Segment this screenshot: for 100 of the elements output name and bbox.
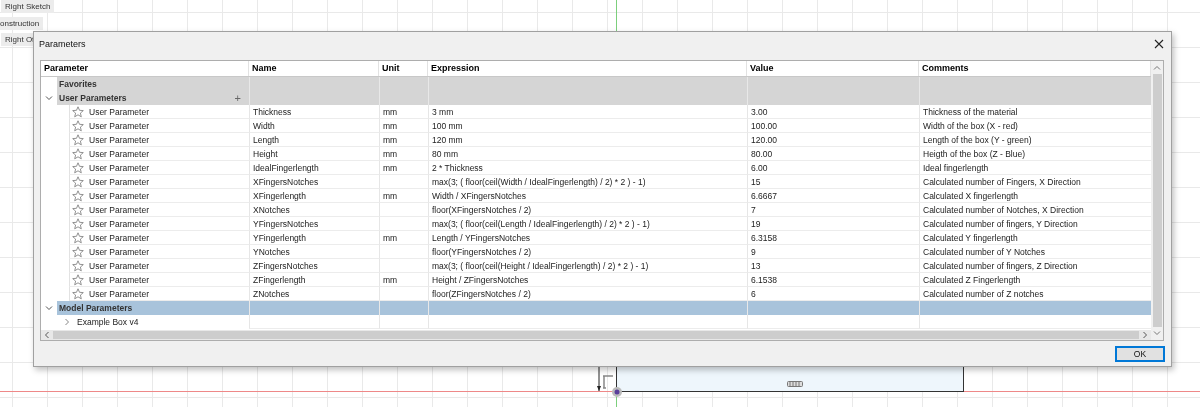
table-cell: Length / YFingersNotches (428, 231, 747, 245)
table-cell (379, 245, 428, 259)
table-cell: 120.00 (747, 133, 919, 147)
table-cell: floor(XFingersNotches / 2) (428, 203, 747, 217)
table-cell: Calculated Z Fingerlength (919, 273, 1151, 287)
star-icon[interactable] (72, 231, 84, 244)
table-cell: 6.6667 (747, 189, 919, 203)
column-header[interactable]: Unit (379, 61, 428, 76)
star-icon[interactable] (72, 105, 84, 118)
scroll-left-icon[interactable] (44, 331, 50, 339)
group-header[interactable]: Model Parameters (57, 301, 249, 315)
chevron-down-icon[interactable] (45, 95, 53, 101)
star-icon[interactable] (72, 259, 84, 272)
group-label[interactable]: Favorites (59, 79, 97, 89)
star-icon[interactable] (72, 147, 84, 160)
browser-label[interactable]: Right Sketch (1, 0, 55, 13)
table-cell: 7 (747, 203, 919, 217)
table-cell (379, 175, 428, 189)
table-cell: XFingerlength (249, 189, 379, 203)
scrollbar-thumb[interactable] (1152, 74, 1162, 327)
chevron-right-icon[interactable] (63, 318, 71, 326)
star-icon[interactable] (72, 119, 84, 132)
column-header[interactable]: Expression (428, 61, 747, 76)
table-cell: YFingerlength (249, 231, 379, 245)
close-icon[interactable] (1154, 38, 1164, 49)
column-header[interactable]: Name (249, 61, 379, 76)
table-cell: Calculated number of Notches, X Direction (919, 203, 1151, 217)
table-cell: 6.00 (747, 161, 919, 175)
scrollbar-thumb[interactable] (53, 331, 1139, 339)
table-cell (379, 315, 428, 329)
table-cell: Calculated Y fingerlength (919, 231, 1151, 245)
horizontal-scrollbar[interactable] (41, 330, 1151, 340)
table-cell (379, 203, 428, 217)
table-cell: Length of the box (Y - green) (919, 133, 1151, 147)
constraint-icon (787, 381, 803, 387)
group-header[interactable]: Favorites (57, 77, 249, 91)
table-cell: IdealFingerlength (249, 161, 379, 175)
star-icon[interactable] (72, 217, 84, 230)
table-cell: Thickness of the material (919, 105, 1151, 119)
table-cell (379, 77, 428, 91)
parameter-type: User Parameter (89, 120, 149, 131)
parameter-type: User Parameter (89, 162, 149, 173)
column-header[interactable]: Parameter (41, 61, 249, 76)
table-cell: mm (379, 147, 428, 161)
table-cell: 6.1538 (747, 273, 919, 287)
table-cell: Heigth of the box (Z - Blue) (919, 147, 1151, 161)
star-icon[interactable] (72, 161, 84, 174)
add-button[interactable]: + (234, 92, 241, 104)
star-icon[interactable] (72, 175, 84, 188)
table-cell (379, 301, 428, 315)
table-cell: 80.00 (747, 147, 919, 161)
vertical-scrollbar[interactable] (1151, 61, 1163, 340)
parameter-type: User Parameter (89, 190, 149, 201)
table-cell: Height (249, 147, 379, 161)
ok-button[interactable]: OK (1115, 345, 1165, 362)
group-label[interactable]: User Parameters (59, 93, 127, 103)
group-header[interactable]: User Parameters + (57, 91, 249, 105)
star-icon[interactable] (72, 189, 84, 202)
table-cell: Calculated number of fingers, Y Direction (919, 217, 1151, 231)
browser-label[interactable]: onstruction (0, 17, 44, 30)
table-cell: Ideal fingerlength (919, 161, 1151, 175)
parameter-type: User Parameter (89, 288, 149, 299)
table-cell: 9 (747, 245, 919, 259)
table-cell: YNotches (249, 245, 379, 259)
table-cell: XFingersNotches (249, 175, 379, 189)
table-cell: Height / ZFingersNotches (428, 273, 747, 287)
table-cell: mm (379, 189, 428, 203)
column-header[interactable]: Value (747, 61, 919, 76)
scroll-down-icon[interactable] (1153, 330, 1161, 336)
table-cell: Width / XFingersNotches (428, 189, 747, 203)
scroll-right-icon[interactable] (1142, 331, 1148, 339)
component-label[interactable]: Example Box v4 (77, 317, 139, 327)
parameter-type: User Parameter (89, 218, 149, 229)
parameter-type: User Parameter (89, 176, 149, 187)
table-cell (379, 259, 428, 273)
star-icon[interactable] (72, 273, 84, 286)
star-icon[interactable] (72, 133, 84, 146)
table-cell: Width (249, 119, 379, 133)
table-cell: 15 (747, 175, 919, 189)
table-cell: mm (379, 273, 428, 287)
table-cell: mm (379, 119, 428, 133)
table-cell (379, 91, 428, 105)
table-cell: ZFingersNotches (249, 259, 379, 273)
scroll-up-icon[interactable] (1153, 65, 1161, 71)
table-cell: max(3; ( floor(ceil(Length / IdealFingerlength) / 2) * 2 ) - 1) (428, 217, 747, 231)
table-cell: mm (379, 161, 428, 175)
table-cell: 19 (747, 217, 919, 231)
table-cell: Thickness (249, 105, 379, 119)
parameter-type: User Parameter (89, 232, 149, 243)
table-cell: Length (249, 133, 379, 147)
star-icon[interactable] (72, 287, 84, 300)
table-cell: Calculated number of Y Notches (919, 245, 1151, 259)
table-cell: Width of the box (X - red) (919, 119, 1151, 133)
dimension-icon (597, 366, 615, 392)
table-cell: Calculated number of fingers, Z Direction (919, 259, 1151, 273)
table-cell: 100 mm (428, 119, 747, 133)
parameter-type: User Parameter (89, 246, 149, 257)
chevron-down-icon[interactable] (45, 305, 53, 311)
star-icon[interactable] (72, 245, 84, 258)
star-icon[interactable] (72, 203, 84, 216)
